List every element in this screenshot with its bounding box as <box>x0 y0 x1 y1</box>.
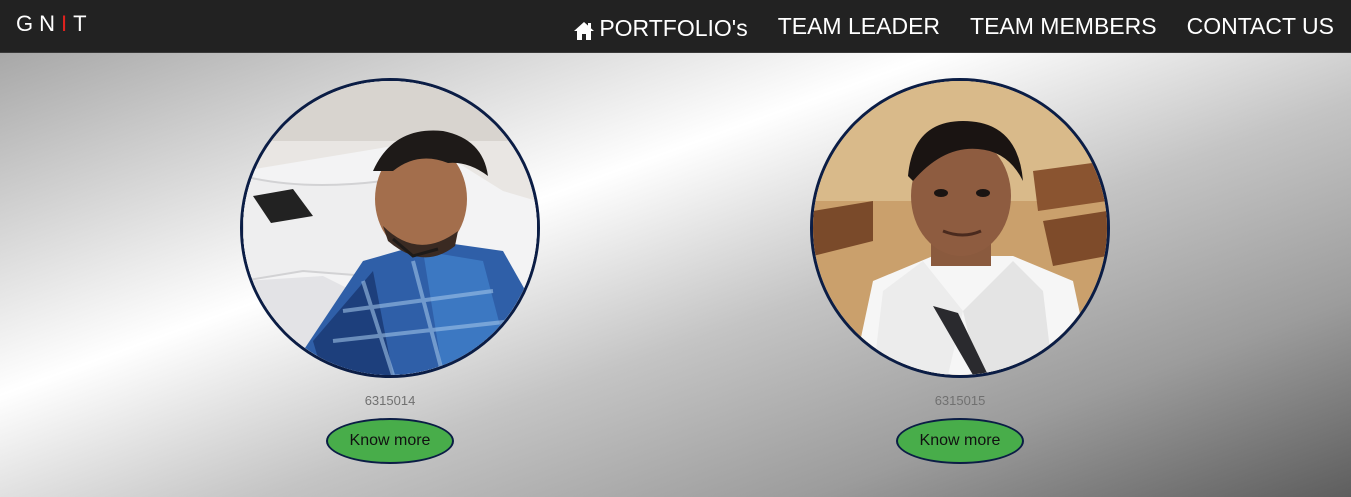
nav-item-team-leader[interactable]: TEAM LEADER <box>778 13 940 40</box>
nav-item-team-members[interactable]: TEAM MEMBERS <box>970 13 1157 40</box>
nav-item-label: CONTACT US <box>1186 12 1334 39</box>
member-card: 6315015 Know more <box>810 78 1110 464</box>
member-id: 6315015 <box>934 393 986 408</box>
brand-letter-n: N <box>39 11 62 36</box>
member-photo <box>240 78 540 378</box>
nav-links: PORTFOLIO's TEAM LEADER TEAM MEMBERS CON… <box>573 10 1334 42</box>
nav-item-portfolio[interactable]: PORTFOLIO's <box>573 15 748 42</box>
brand-letter-t: T <box>73 11 93 36</box>
brand-letter-g: G <box>16 11 40 36</box>
nav-item-label: TEAM MEMBERS <box>970 12 1157 39</box>
nav-item-contact-us[interactable]: CONTACT US <box>1187 13 1334 40</box>
know-more-button[interactable]: Know more <box>326 418 454 464</box>
navbar: G N I T PORTFOLIO's TEAM LEADER TEAM MEM… <box>0 0 1351 53</box>
home-icon <box>573 20 595 40</box>
member-card: 6315014 Know more <box>240 78 540 464</box>
nav-item-label: TEAM LEADER <box>777 12 941 39</box>
member-id: 6315014 <box>364 393 416 408</box>
brand-letter-i: I <box>61 11 74 36</box>
know-more-button[interactable]: Know more <box>896 418 1024 464</box>
nav-item-label: PORTFOLIO's <box>599 15 748 41</box>
brand-logo[interactable]: G N I T <box>16 11 93 37</box>
member-photo <box>810 78 1110 378</box>
